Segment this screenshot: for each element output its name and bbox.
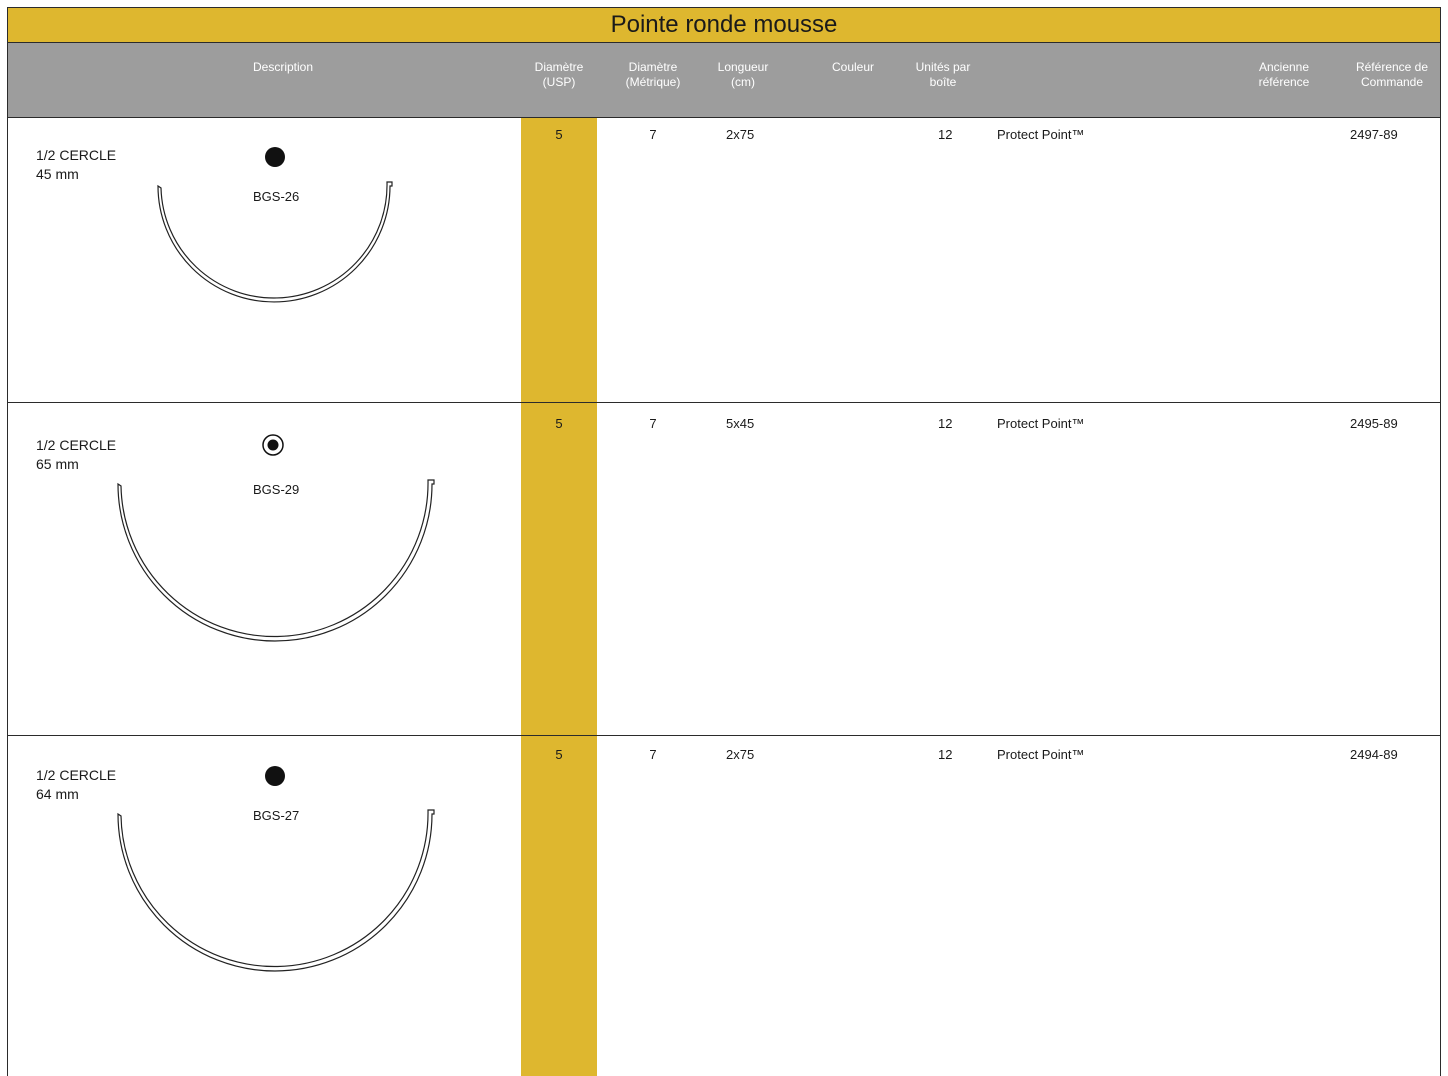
filled-circle-icon: [265, 147, 285, 167]
header-longueur: Longueur (cm): [717, 60, 769, 89]
header-unites: Unités par boîte: [915, 60, 971, 89]
ringed-circle-icon: [262, 434, 284, 456]
header-reference-commande: Référence de Commande: [1355, 60, 1429, 89]
cell-reference: 2494-89: [1350, 747, 1398, 762]
cell-metrique: 7: [649, 416, 657, 431]
needle-length: 45 mm: [36, 166, 79, 182]
filled-circle-icon: [265, 766, 285, 786]
needle-shape-label: 1/2 CERCLE 45 mm: [36, 146, 116, 184]
cell-longueur: 2x75: [726, 747, 755, 762]
needle-shape: 1/2 CERCLE: [36, 767, 117, 783]
half-circle-needle-drawing: [157, 181, 393, 303]
page-title: Pointe ronde mousse: [8, 8, 1440, 43]
row-divider: [8, 735, 1440, 736]
needle-shape: 1/2 CERCLE: [36, 147, 117, 163]
needle-shape: 1/2 CERCLE: [36, 437, 117, 453]
needle-length: 64 mm: [36, 786, 79, 802]
header-description: Description: [252, 60, 314, 74]
header-diametre-metrique: Diamètre (Métrique): [625, 60, 681, 89]
header-couleur: Couleur: [831, 60, 875, 74]
cell-longueur: 2x75: [726, 127, 755, 142]
cell-unites: 12: [938, 747, 953, 762]
cell-unites: 12: [938, 127, 953, 142]
half-circle-needle-drawing: [117, 479, 435, 642]
cell-usp: 5: [555, 416, 563, 431]
header-ancienne-reference: Ancienne référence: [1258, 60, 1310, 89]
cell-note: Protect Point™: [997, 747, 1085, 762]
cell-reference: 2497-89: [1350, 127, 1398, 142]
cell-unites: 12: [938, 416, 953, 431]
cell-note: Protect Point™: [997, 127, 1085, 142]
needle-shape-label: 1/2 CERCLE 64 mm: [36, 766, 116, 804]
cell-reference: 2495-89: [1350, 416, 1398, 431]
cell-longueur: 5x45: [726, 416, 755, 431]
cell-usp: 5: [555, 747, 563, 762]
row-divider: [8, 402, 1440, 403]
cell-usp: 5: [555, 127, 563, 142]
header-diametre-usp: Diamètre (USP): [534, 60, 584, 89]
cell-metrique: 7: [649, 747, 657, 762]
cell-metrique: 7: [649, 127, 657, 142]
needle-length: 65 mm: [36, 456, 79, 472]
half-circle-needle-drawing: [117, 809, 435, 972]
usp-column-highlight: [521, 118, 597, 1076]
column-header-bar: Description Diamètre (USP) Diamètre (Mét…: [8, 43, 1440, 118]
cell-note: Protect Point™: [997, 416, 1085, 431]
needle-shape-label: 1/2 CERCLE 65 mm: [36, 436, 116, 474]
